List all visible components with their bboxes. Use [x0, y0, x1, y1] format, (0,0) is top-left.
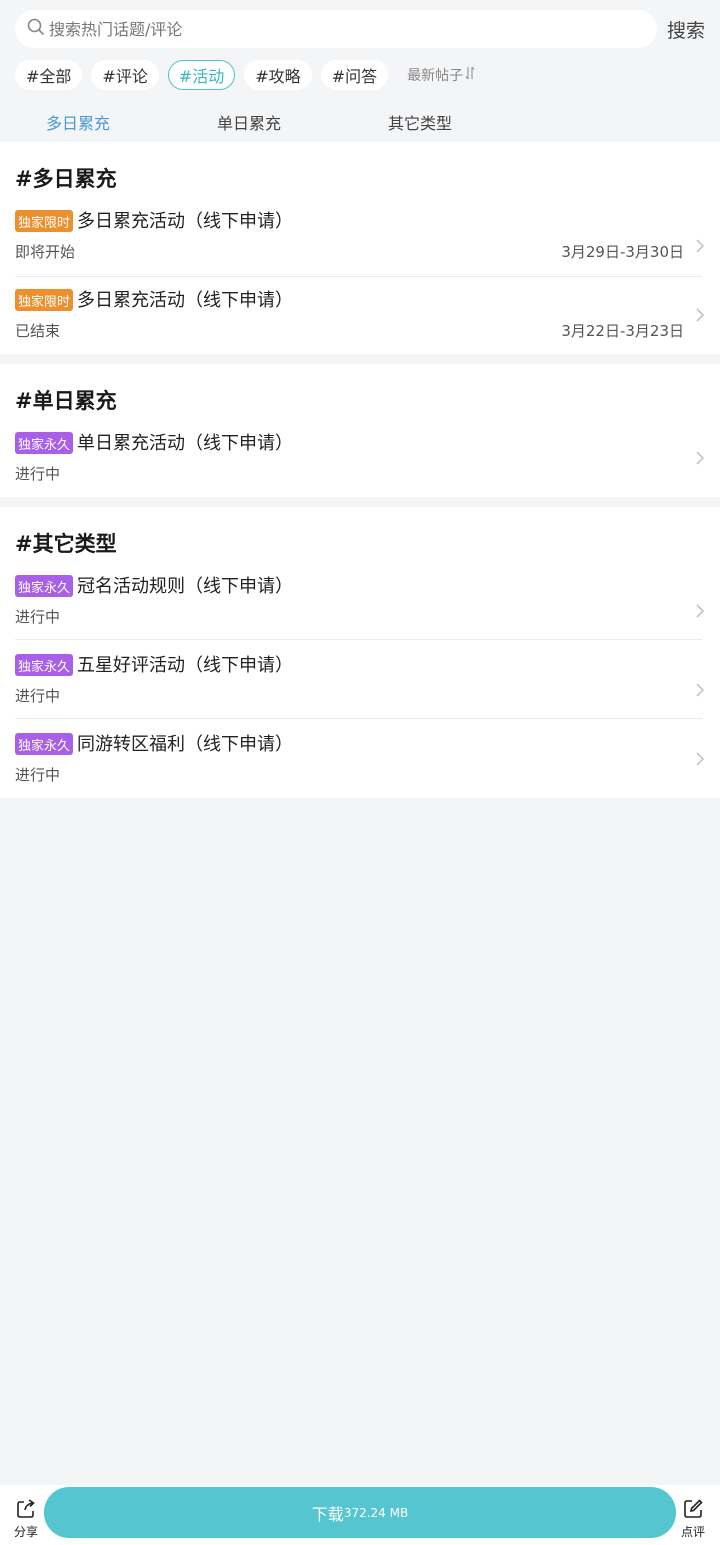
item-status: 进行中	[15, 608, 61, 626]
item-status: 已结束	[15, 322, 61, 340]
item-title: 五星好评活动（线下申请）	[77, 655, 293, 676]
subtab-other[interactable]: 其它类型	[388, 110, 452, 134]
tag-comment[interactable]: #评论	[91, 60, 159, 90]
section-title: #其它类型	[15, 532, 117, 556]
item-title: 冠名活动规则（线下申请）	[77, 576, 293, 597]
edit-icon	[682, 1498, 704, 1523]
badge-limited: 独家限时	[15, 289, 74, 311]
tag-all[interactable]: #全部	[15, 60, 83, 90]
share-button[interactable]: 分享	[9, 1498, 43, 1540]
item-title: 同游转区福利（线下申请）	[77, 734, 293, 755]
search-bar: 搜索	[0, 0, 720, 60]
activity-item[interactable]: 独家限时 多日累充活动（线下申请） 即将开始 3月29日-3月30日	[0, 210, 720, 289]
download-label: 下载	[311, 1504, 344, 1524]
activity-item[interactable]: 独家限时 多日累充活动（线下申请） 已结束 3月22日-3月23日	[0, 289, 720, 368]
section-title: #多日累充	[15, 167, 117, 191]
divider	[15, 276, 702, 277]
badge-permanent: 独家永久	[15, 432, 74, 454]
badge-permanent: 独家永久	[15, 733, 74, 755]
chevron-right-icon	[696, 604, 704, 618]
sort-label: 最新帖子	[407, 68, 464, 84]
tag-qa[interactable]: #问答	[320, 60, 389, 90]
sort-button[interactable]: 最新帖子	[407, 65, 475, 85]
item-title: 单日累充活动（线下申请）	[77, 433, 293, 454]
review-label: 点评	[680, 1525, 705, 1539]
activity-item[interactable]: 独家永久 同游转区福利（线下申请） 进行中	[0, 733, 720, 812]
chevron-right-icon	[696, 683, 704, 697]
share-icon	[15, 1498, 37, 1523]
chevron-right-icon	[696, 308, 704, 322]
section-multi-day: #多日累充 独家限时 多日累充活动（线下申请） 即将开始 3月29日-3月30日…	[0, 142, 720, 354]
search-icon	[27, 18, 45, 40]
subtab-multi-day[interactable]: 多日累充	[46, 110, 110, 134]
activity-item[interactable]: 独家永久 冠名活动规则（线下申请） 进行中	[0, 575, 720, 654]
bottom-action-bar: 分享 下载 372.24 MB 点评	[0, 1485, 720, 1545]
badge-permanent: 独家永久	[15, 654, 74, 676]
search-input[interactable]	[49, 19, 629, 39]
chevron-right-icon	[696, 451, 704, 465]
search-field[interactable]	[15, 10, 657, 48]
item-status: 即将开始	[15, 243, 76, 261]
item-status: 进行中	[15, 465, 61, 483]
item-status: 进行中	[15, 687, 61, 705]
search-button[interactable]: 搜索	[667, 16, 705, 43]
share-label: 分享	[13, 1525, 38, 1539]
tag-guide[interactable]: #攻略	[244, 60, 312, 90]
activity-item[interactable]: 独家永久 五星好评活动（线下申请） 进行中	[0, 654, 720, 733]
section-other: #其它类型 独家永久 冠名活动规则（线下申请） 进行中 独家永久 五星好评活动（…	[0, 507, 720, 798]
badge-permanent: 独家永久	[15, 575, 74, 597]
item-status: 进行中	[15, 766, 61, 784]
review-button[interactable]: 点评	[676, 1498, 710, 1540]
activity-item[interactable]: 独家永久 单日累充活动（线下申请） 进行中	[0, 432, 720, 511]
divider	[15, 718, 702, 719]
download-button[interactable]: 下载 372.24 MB	[44, 1487, 676, 1538]
subtab-single-day[interactable]: 单日累充	[217, 110, 281, 134]
topic-tags: #全部 #评论 #活动 #攻略 #问答 最新帖子	[15, 59, 475, 91]
badge-limited: 独家限时	[15, 210, 74, 232]
tag-activity[interactable]: #活动	[167, 60, 236, 90]
item-date: 3月29日-3月30日	[561, 243, 684, 261]
chevron-right-icon	[696, 239, 704, 253]
download-size: 372.24 MB	[343, 1505, 409, 1520]
item-title: 多日累充活动（线下申请）	[77, 290, 293, 311]
chevron-right-icon	[696, 752, 704, 766]
item-date: 3月22日-3月23日	[561, 322, 684, 340]
section-title: #单日累充	[15, 389, 117, 413]
sort-icon	[463, 66, 475, 84]
divider	[15, 639, 702, 640]
subtabs: 多日累充 单日累充 其它类型	[0, 100, 720, 140]
item-title: 多日累充活动（线下申请）	[77, 211, 293, 232]
section-single-day: #单日累充 独家永久 单日累充活动（线下申请） 进行中	[0, 364, 720, 497]
